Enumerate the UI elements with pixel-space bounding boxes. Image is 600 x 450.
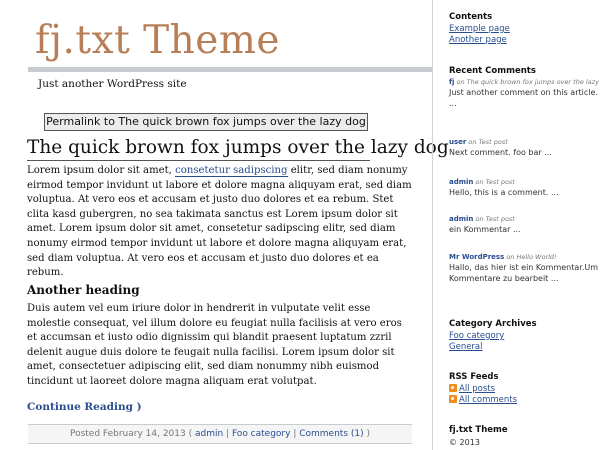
sidebar-link-general[interactable]: General bbox=[449, 342, 599, 353]
post-meta-sep: | bbox=[223, 429, 232, 439]
sidebar-link-foo-category[interactable]: Foo category bbox=[449, 331, 599, 342]
post-meta-end: ) bbox=[363, 429, 371, 439]
title-bar-divider bbox=[28, 67, 432, 72]
sidebar-category-archives: Category Archives Foo category General bbox=[449, 319, 599, 353]
comment-on[interactable]: on Test post bbox=[473, 215, 514, 223]
post-meta-category-link[interactable]: Foo category bbox=[232, 429, 291, 439]
post-meta-sep: | bbox=[290, 429, 300, 439]
main-content: fj.txt Theme Just another WordPress site… bbox=[0, 0, 449, 450]
comment-author[interactable]: admin bbox=[449, 178, 473, 186]
post-meta-bar: Posted February 14, 2013 ( admin | Foo c… bbox=[28, 424, 412, 444]
rss-all-comments[interactable]: All comments bbox=[449, 395, 599, 406]
sidebar-rss-title: RSS Feeds bbox=[449, 372, 499, 382]
rss-all-posts[interactable]: All posts bbox=[449, 384, 599, 395]
permalink-tooltip: Permalink to The quick brown fox jumps o… bbox=[44, 113, 368, 131]
sidebar-theme-title: fj.txt Theme bbox=[449, 425, 508, 435]
comment-item: Mr WordPress on Hello World! Hallo, das … bbox=[449, 253, 599, 284]
comment-excerpt: Hello, this is a comment. ... bbox=[449, 188, 559, 197]
comment-item: fj on The quick brown fox jumps over the… bbox=[449, 78, 599, 109]
post-title-underline bbox=[27, 160, 370, 161]
comment-author[interactable]: user bbox=[449, 138, 466, 146]
sidebar-divider bbox=[432, 0, 433, 450]
site-title[interactable]: fj.txt Theme bbox=[35, 18, 280, 63]
comment-excerpt: Next comment. foo bar ... bbox=[449, 148, 552, 157]
sidebar-theme-info: fj.txt Theme © 2013 bbox=[449, 425, 599, 448]
post-paragraph-1-text-a: Lorem ipsum dolor sit amet, bbox=[27, 165, 176, 176]
sidebar-contents: Contents Example page Another page bbox=[449, 12, 599, 46]
site-tagline: Just another WordPress site bbox=[38, 78, 187, 90]
post-inline-link[interactable]: consetetur sadipscing bbox=[175, 165, 288, 177]
sidebar-category-archives-title: Category Archives bbox=[449, 319, 537, 329]
post-title[interactable]: The quick brown fox jumps over the lazy … bbox=[27, 137, 449, 158]
comment-on[interactable]: on The quick brown fox jumps over the la… bbox=[454, 78, 599, 86]
sidebar-link-example-page[interactable]: Example page bbox=[449, 24, 599, 35]
comment-on[interactable]: on Hello World! bbox=[504, 253, 556, 261]
rss-all-comments-link[interactable]: All comments bbox=[459, 395, 517, 405]
comment-excerpt: ein Kommentar ... bbox=[449, 225, 521, 234]
comment-item: admin on Test post Hello, this is a comm… bbox=[449, 178, 599, 198]
comment-author[interactable]: Mr WordPress bbox=[449, 253, 504, 261]
rss-icon bbox=[449, 384, 457, 392]
post-paragraph-1: Lorem ipsum dolor sit amet, consetetur s… bbox=[27, 164, 413, 281]
post-subheading: Another heading bbox=[27, 283, 140, 297]
sidebar-contents-title: Contents bbox=[449, 12, 493, 22]
sidebar-recent-comments-title: Recent Comments bbox=[449, 66, 536, 76]
comment-excerpt: Hallo, das hier ist ein Kommentar.Um Kom… bbox=[449, 263, 599, 283]
rss-all-posts-link[interactable]: All posts bbox=[459, 384, 495, 394]
comment-item: user on Test post Next comment. foo bar … bbox=[449, 138, 599, 158]
comment-on[interactable]: on Test post bbox=[473, 178, 514, 186]
sidebar-link-another-page[interactable]: Another page bbox=[449, 35, 599, 46]
post-meta-author-link[interactable]: admin bbox=[195, 429, 223, 439]
post-meta-date: Posted February 14, 2013 ( bbox=[69, 429, 193, 439]
comment-author[interactable]: admin bbox=[449, 215, 473, 223]
comment-item: admin on Test post ein Kommentar ... bbox=[449, 215, 599, 235]
sidebar-recent-comments: Recent Comments fj on The quick brown fo… bbox=[449, 66, 599, 283]
continue-reading-link[interactable]: Continue Reading ) bbox=[27, 401, 142, 413]
comment-excerpt: Just another comment on this article. ..… bbox=[449, 88, 598, 108]
sidebar-rss: RSS Feeds All posts All comments bbox=[449, 372, 599, 406]
comment-on[interactable]: on Test post bbox=[466, 138, 507, 146]
post-paragraph-2: Duis autem vel eum iriure dolor in hendr… bbox=[27, 303, 402, 387]
post-paragraph-1-text-b: elitr, sed diam nonumy eirmod tempor inv… bbox=[27, 165, 412, 279]
post-meta-comments-link[interactable]: Comments (1) bbox=[299, 429, 363, 439]
rss-icon bbox=[449, 395, 457, 403]
sidebar-copyright: © 2013 bbox=[449, 438, 480, 447]
